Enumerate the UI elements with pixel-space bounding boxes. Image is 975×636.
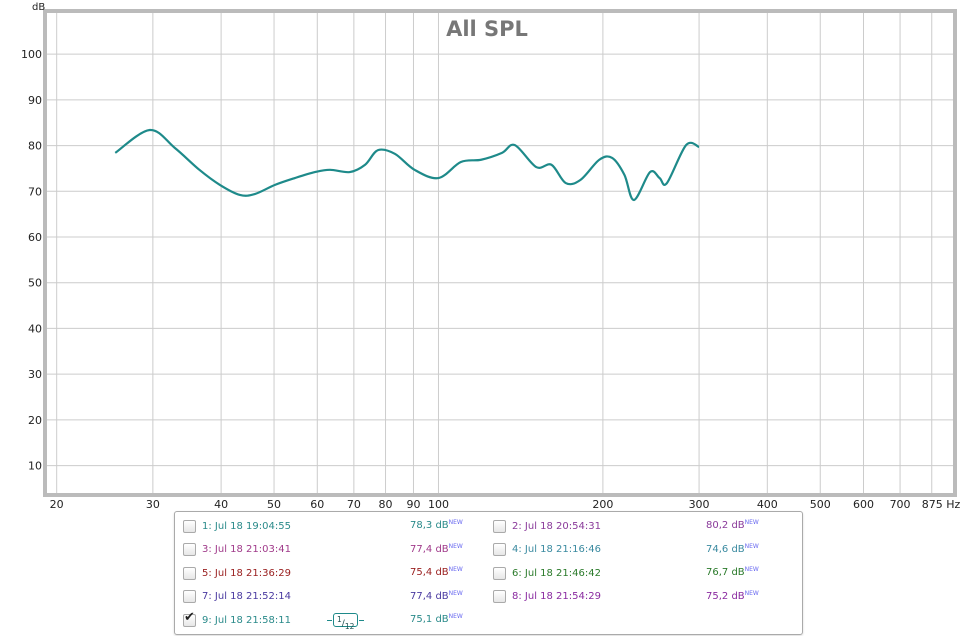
legend-item[interactable]: 6: Jul 18 21:46:42 [493, 564, 601, 582]
measurement-checkbox[interactable] [183, 610, 196, 627]
measurement-checkbox[interactable] [493, 590, 506, 603]
x-tick-label: 200 [592, 498, 613, 510]
new-badge: NEW [448, 542, 463, 550]
plot-frame [43, 9, 957, 497]
measurement-label: 4: Jul 18 21:16:46 [512, 544, 601, 555]
measurement-label: 7: Jul 18 21:52:14 [202, 591, 291, 602]
measurement-value: 74,6 dBNEW [706, 542, 759, 555]
measurement-label: 2: Jul 18 20:54:31 [512, 520, 601, 532]
x-tick-label: 40 [214, 498, 228, 510]
y-tick-label: 60 [28, 231, 42, 244]
x-tick-label: 600 [853, 498, 874, 510]
x-tick-label: 50 [267, 498, 281, 510]
new-badge: NEW [744, 566, 759, 573]
measurement-checkbox[interactable] [183, 519, 196, 533]
new-badge: NEW [448, 519, 463, 526]
measurement-label: 1: Jul 18 19:04:55 [202, 520, 291, 532]
smoothing-den: 12 [344, 621, 355, 631]
y-tick-label: 50 [28, 277, 42, 290]
measurement-label: 5: Jul 18 21:36:29 [202, 567, 291, 579]
y-tick-label: 80 [28, 140, 42, 153]
x-tick-label: 875 Hz [922, 498, 961, 510]
x-tick-label: 100 [428, 498, 449, 510]
measurement-checkbox[interactable] [183, 566, 196, 580]
new-badge: NEW [744, 589, 759, 597]
legend-item[interactable]: 4: Jul 18 21:16:46 [493, 541, 601, 559]
measurement-value: 78,3 dBNEW [410, 519, 463, 531]
legend-item[interactable]: 8: Jul 18 21:54:29 [493, 588, 601, 606]
legend-item[interactable]: 7: Jul 18 21:52:14 [183, 588, 291, 606]
y-tick-label: 70 [28, 185, 42, 198]
measurement-value: 77,4 dBNEW [410, 589, 463, 602]
x-tick-label: 60 [310, 498, 324, 510]
measurement-value: 76,7 dBNEW [706, 566, 759, 578]
x-tick-label: 20 [50, 498, 64, 510]
y-axis-label: dB [32, 2, 45, 13]
y-tick-label: 30 [28, 368, 42, 381]
new-badge: NEW [448, 566, 463, 573]
x-tick-label: 700 [890, 498, 911, 510]
new-badge: NEW [448, 613, 463, 620]
measurement-legend: 1: Jul 18 19:04:55 78,3 dBNEW 2: Jul 18 20… [174, 511, 803, 635]
legend-item[interactable]: 3: Jul 18 21:03:41 [183, 541, 291, 559]
y-tick-label: 100 [21, 48, 42, 61]
x-tick-label: 80 [379, 498, 393, 510]
legend-item[interactable]: 2: Jul 18 20:54:31 [493, 517, 601, 535]
legend-item[interactable]: 9: Jul 18 21:58:11 [183, 610, 291, 629]
measurement-label: 8: Jul 18 21:54:29 [512, 591, 601, 602]
chart-title: All SPL [446, 17, 528, 41]
y-tick-label: 10 [28, 460, 42, 473]
measurement-checkbox[interactable] [493, 566, 506, 580]
spl-chart: 10 20 30 40 50 60 70 80 90 100 20 30 40 50 60 70 80 90 100… [21, 2, 961, 510]
y-tick-label: 90 [28, 94, 42, 107]
measurement-checkbox[interactable] [183, 590, 196, 603]
measurement-checkbox[interactable] [493, 519, 506, 533]
new-badge: NEW [448, 589, 463, 597]
smoothing-num: 1 [337, 615, 342, 624]
x-tick-label: 90 [406, 498, 420, 510]
legend-item[interactable]: 5: Jul 18 21:36:29 [183, 564, 291, 582]
measurement-value: 80,2 dBNEW [706, 519, 759, 531]
y-tick-label: 20 [28, 414, 42, 427]
y-tick-label: 40 [28, 322, 42, 335]
x-tick-label: 300 [689, 498, 710, 510]
measurement-value: 75,1 dBNEW [410, 613, 463, 625]
measurement-value: 75,4 dBNEW [410, 566, 463, 578]
x-tick-label: 70 [347, 498, 361, 510]
smoothing-indicator[interactable]: 1/12 [326, 613, 365, 631]
x-tick-label: 30 [146, 498, 160, 510]
new-badge: NEW [744, 519, 759, 526]
measurement-label: 6: Jul 18 21:46:42 [512, 567, 601, 579]
legend-item[interactable]: 1: Jul 18 19:04:55 [183, 517, 291, 535]
measurement-label: 3: Jul 18 21:03:41 [202, 544, 291, 555]
measurement-value: 75,2 dBNEW [706, 589, 759, 602]
measurement-value: 77,4 dBNEW [410, 542, 463, 555]
new-badge: NEW [744, 542, 759, 550]
x-tick-label: 400 [757, 498, 778, 510]
x-tick-label: 500 [810, 498, 831, 510]
measurement-checkbox[interactable] [493, 543, 506, 556]
measurement-checkbox[interactable] [183, 543, 196, 556]
measurement-label: 9: Jul 18 21:58:11 [202, 614, 291, 626]
